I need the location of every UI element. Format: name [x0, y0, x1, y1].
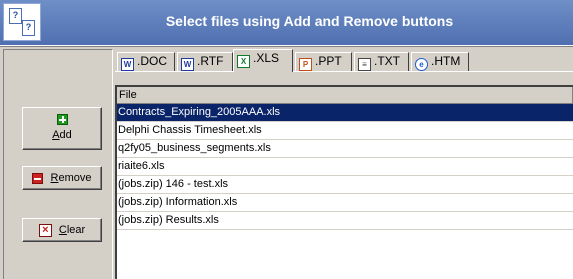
- remove-button-label: Remove: [50, 172, 92, 184]
- clear-button-label: Clear: [58, 224, 86, 236]
- header-divider: [0, 45, 573, 47]
- tab-txt[interactable]: ≡ .TXT: [354, 52, 409, 71]
- button-panel: Add Remove × Clear: [3, 49, 113, 279]
- remove-button[interactable]: Remove: [22, 166, 102, 190]
- app-logo: ? ?: [3, 3, 41, 41]
- html-icon: e: [415, 58, 428, 71]
- column-header-file[interactable]: File: [117, 87, 573, 104]
- word-doc-icon: W: [121, 58, 134, 71]
- clear-button[interactable]: × Clear: [22, 218, 102, 242]
- tab-xls[interactable]: X .XLS: [233, 49, 293, 72]
- add-button[interactable]: Add: [22, 107, 102, 150]
- list-item[interactable]: q2fy05_business_segments.xls: [117, 140, 573, 158]
- close-icon: ×: [38, 223, 52, 237]
- plus-icon: [56, 114, 68, 125]
- header-title: Select files using Add and Remove button…: [165, 13, 454, 29]
- text-file-icon: ≡: [358, 58, 371, 71]
- tab-htm[interactable]: e .HTM: [411, 52, 469, 71]
- list-item[interactable]: (jobs.zip) Information.xls: [117, 194, 573, 212]
- word-rtf-icon: W: [181, 58, 194, 71]
- tab-doc[interactable]: W .DOC: [117, 52, 175, 71]
- powerpoint-icon: P: [299, 58, 312, 71]
- file-list[interactable]: File Contracts_Expiring_2005AAA.xls Delp…: [115, 85, 573, 279]
- add-button-label: Add: [52, 129, 72, 141]
- help-document-icon: ?: [22, 20, 35, 36]
- header-banner: ? ? Select files using Add and Remove bu…: [0, 0, 573, 45]
- file-type-tabs: W .DOC W .RTF X .XLS P .PPT ≡ .TXT e .HTM: [115, 49, 573, 72]
- list-item[interactable]: Contracts_Expiring_2005AAA.xls: [117, 104, 573, 122]
- tab-ppt[interactable]: P .PPT: [295, 52, 352, 71]
- list-item[interactable]: Delphi Chassis Timesheet.xls: [117, 122, 573, 140]
- excel-icon: X: [237, 55, 250, 68]
- minus-icon: [32, 172, 44, 184]
- list-item[interactable]: riaite6.xls: [117, 158, 573, 176]
- tab-rtf[interactable]: W .RTF: [177, 52, 233, 71]
- list-item[interactable]: (jobs.zip) 146 - test.xls: [117, 176, 573, 194]
- list-item[interactable]: (jobs.zip) Results.xls: [117, 212, 573, 230]
- help-document-icon: ?: [9, 8, 22, 24]
- tab-strip-edge: [115, 71, 573, 72]
